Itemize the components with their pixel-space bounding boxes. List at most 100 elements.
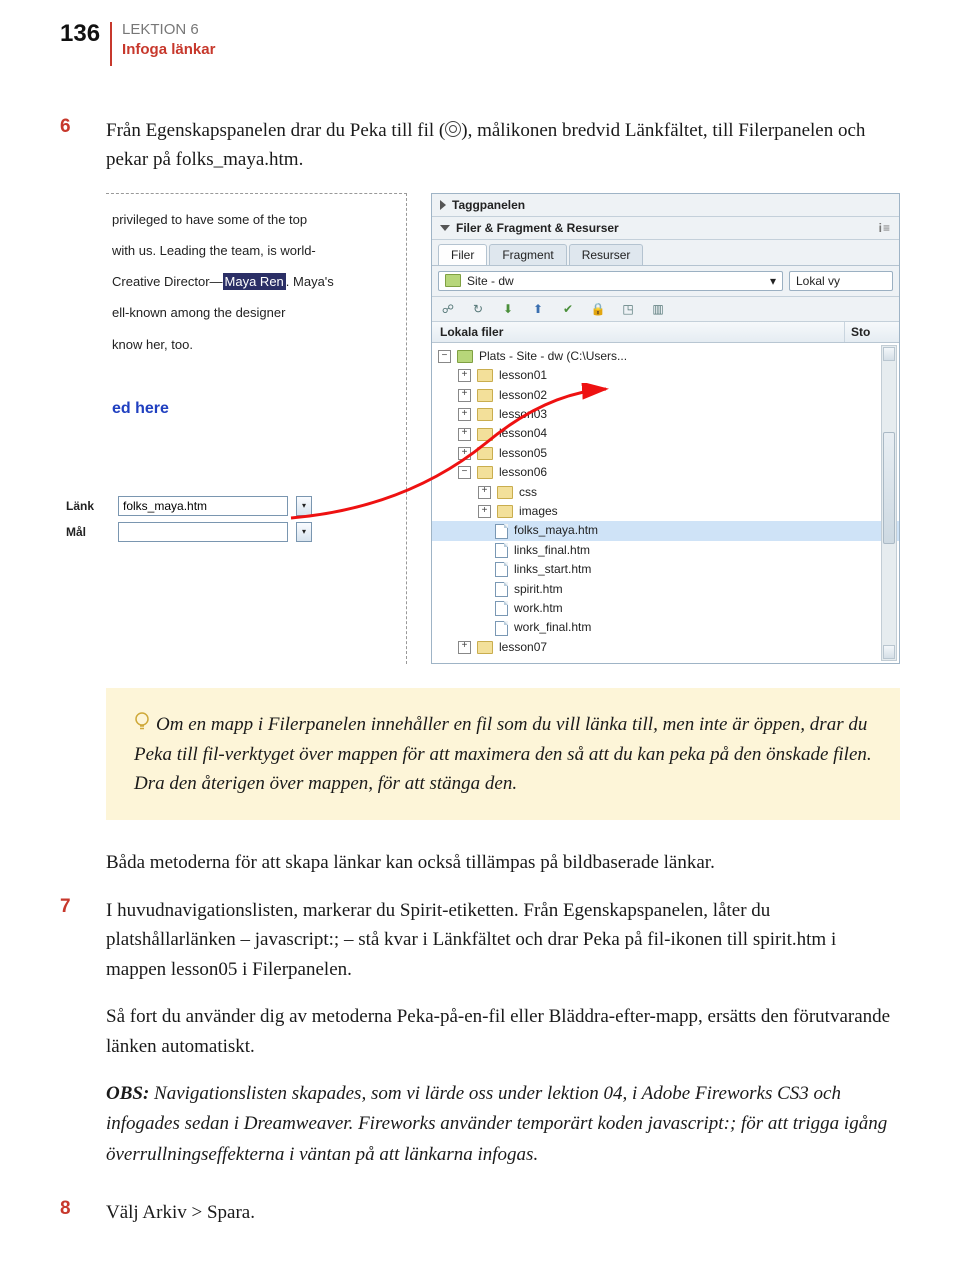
- target-label: Mål: [66, 525, 110, 539]
- tree-folder[interactable]: +lesson01: [432, 366, 899, 385]
- file-list-header: Lokala filer Sto: [432, 322, 899, 343]
- tree-folder[interactable]: +lesson04: [432, 424, 899, 443]
- folder-icon: [445, 274, 461, 287]
- tree-file[interactable]: work.htm: [432, 599, 899, 618]
- lightbulb-icon: [134, 712, 150, 732]
- page-header: 136 LEKTION 6 Infoga länkar: [60, 20, 900, 66]
- tree-file[interactable]: links_final.htm: [432, 541, 899, 560]
- files-panel: Taggpanelen Filer & Fragment & Resurser …: [431, 193, 900, 664]
- tree-file-selected[interactable]: folks_maya.htm: [432, 521, 899, 540]
- collapse-node-icon[interactable]: −: [458, 466, 471, 479]
- expand-node-icon[interactable]: +: [458, 428, 471, 441]
- col-size[interactable]: Sto: [845, 322, 899, 342]
- step-7: 7 I huvudnavigationslisten, markerar du …: [60, 896, 900, 984]
- collapse-node-icon[interactable]: −: [438, 350, 451, 363]
- step-8: 8 Välj Arkiv > Spara.: [60, 1198, 900, 1227]
- tree-file[interactable]: links_start.htm: [432, 560, 899, 579]
- obs-label: OBS:: [106, 1083, 149, 1104]
- step7-sentence1: I huvudnavigationslisten, markerar du Sp…: [106, 900, 519, 921]
- step-number: 8: [60, 1198, 78, 1227]
- file-icon: [495, 582, 508, 597]
- folder-icon: [477, 389, 493, 402]
- files-panel-title: Filer & Fragment & Resurser: [456, 221, 879, 235]
- tree-file[interactable]: spirit.htm: [432, 580, 899, 599]
- folder-icon: [477, 428, 493, 441]
- view-dropdown[interactable]: Lokal vy: [789, 271, 893, 291]
- checkout-icon[interactable]: ✔: [560, 302, 576, 316]
- expand-node-icon[interactable]: +: [458, 641, 471, 654]
- expand-node-icon[interactable]: +: [458, 408, 471, 421]
- panel-tabs: Filer Fragment Resurser: [432, 240, 899, 266]
- taggpanel-title: Taggpanelen: [452, 198, 891, 212]
- document-editor-excerpt: privileged to have some of the top with …: [106, 193, 407, 664]
- tree-folder[interactable]: +lesson03: [432, 405, 899, 424]
- folder-icon: [477, 447, 493, 460]
- checkin-icon[interactable]: 🔒: [590, 302, 606, 316]
- site-folder-icon: [457, 350, 473, 363]
- file-icon: [495, 543, 508, 558]
- file-icon: [495, 621, 508, 636]
- tree-folder[interactable]: +images: [432, 502, 899, 521]
- sync-icon[interactable]: ◳: [620, 302, 636, 316]
- placeholder-text: ed here: [112, 390, 392, 428]
- tree-folder[interactable]: +lesson07: [432, 638, 899, 657]
- link-label: Länk: [66, 499, 110, 513]
- tip-note: Om en mapp i Filerpanelen innehåller en …: [106, 688, 900, 820]
- target-dropdown-button[interactable]: ▾: [296, 522, 312, 542]
- expand-node-icon[interactable]: +: [478, 505, 491, 518]
- scrollbar[interactable]: [881, 345, 897, 661]
- step6-text-a: Från Egenskapspanelen drar du Peka till …: [106, 120, 445, 141]
- folder-icon: [497, 505, 513, 518]
- folder-icon: [477, 408, 493, 421]
- link-input[interactable]: [118, 496, 288, 516]
- expand-node-icon[interactable]: +: [458, 447, 471, 460]
- col-local-files[interactable]: Lokala filer: [432, 322, 845, 342]
- tree-folder[interactable]: −lesson06: [432, 463, 899, 482]
- expand-node-icon[interactable]: +: [478, 486, 491, 499]
- tab-fragment[interactable]: Fragment: [489, 244, 566, 265]
- header-divider: [110, 22, 112, 66]
- screenshot-panel: privileged to have some of the top with …: [106, 193, 900, 664]
- obs-text: Navigationslisten skapades, som vi lärde…: [106, 1083, 887, 1165]
- step-number: 7: [60, 896, 78, 984]
- refresh-icon[interactable]: ↻: [470, 302, 486, 316]
- expand-node-icon[interactable]: +: [458, 369, 471, 382]
- editor-line: privileged to have some of the top: [112, 204, 392, 235]
- tip-text: Om en mapp i Filerpanelen innehåller en …: [134, 714, 872, 794]
- tree-folder[interactable]: +css: [432, 483, 899, 502]
- step7-para2: Så fort du använder dig av metoderna Pek…: [106, 1002, 900, 1061]
- file-tree[interactable]: − Plats - Site - dw (C:\Users... +lesson…: [432, 343, 899, 663]
- tab-filer[interactable]: Filer: [438, 244, 487, 265]
- tree-file[interactable]: work_final.htm: [432, 618, 899, 637]
- panel-toolbar: Site - dw ▾ Lokal vy: [432, 266, 899, 297]
- tree-root[interactable]: − Plats - Site - dw (C:\Users...: [432, 347, 899, 366]
- point-to-file-icon: [445, 121, 461, 137]
- expand-panel-icon[interactable]: ▥: [650, 302, 666, 316]
- tree-folder[interactable]: +lesson02: [432, 386, 899, 405]
- lesson-label: LEKTION 6: [122, 20, 215, 40]
- page-number: 136: [60, 20, 100, 48]
- target-input[interactable]: [118, 522, 288, 542]
- connect-icon[interactable]: ☍: [440, 302, 456, 316]
- file-icon: [495, 524, 508, 539]
- taggpanel-header[interactable]: Taggpanelen: [432, 194, 899, 217]
- expand-node-icon[interactable]: +: [458, 389, 471, 402]
- folder-icon: [477, 466, 493, 479]
- files-panel-header[interactable]: Filer & Fragment & Resurser i≡: [432, 217, 899, 240]
- step-6: 6 Från Egenskapspanelen drar du Peka til…: [60, 116, 900, 175]
- folder-icon: [497, 486, 513, 499]
- get-icon[interactable]: ⬇: [500, 302, 516, 316]
- panel-menu-icon[interactable]: i≡: [879, 221, 891, 235]
- put-icon[interactable]: ⬆: [530, 302, 546, 316]
- step8-text: Välj Arkiv > Spara.: [106, 1198, 900, 1227]
- site-dropdown[interactable]: Site - dw ▾: [438, 271, 783, 291]
- editor-line: ell-known among the designer: [112, 297, 392, 328]
- folder-icon: [477, 369, 493, 382]
- file-icon: [495, 562, 508, 577]
- tab-resurser[interactable]: Resurser: [569, 244, 644, 265]
- link-dropdown-button[interactable]: ▾: [296, 496, 312, 516]
- scroll-thumb[interactable]: [883, 432, 895, 544]
- expand-icon: [440, 200, 446, 210]
- folder-icon: [477, 641, 493, 654]
- tree-folder[interactable]: +lesson05: [432, 444, 899, 463]
